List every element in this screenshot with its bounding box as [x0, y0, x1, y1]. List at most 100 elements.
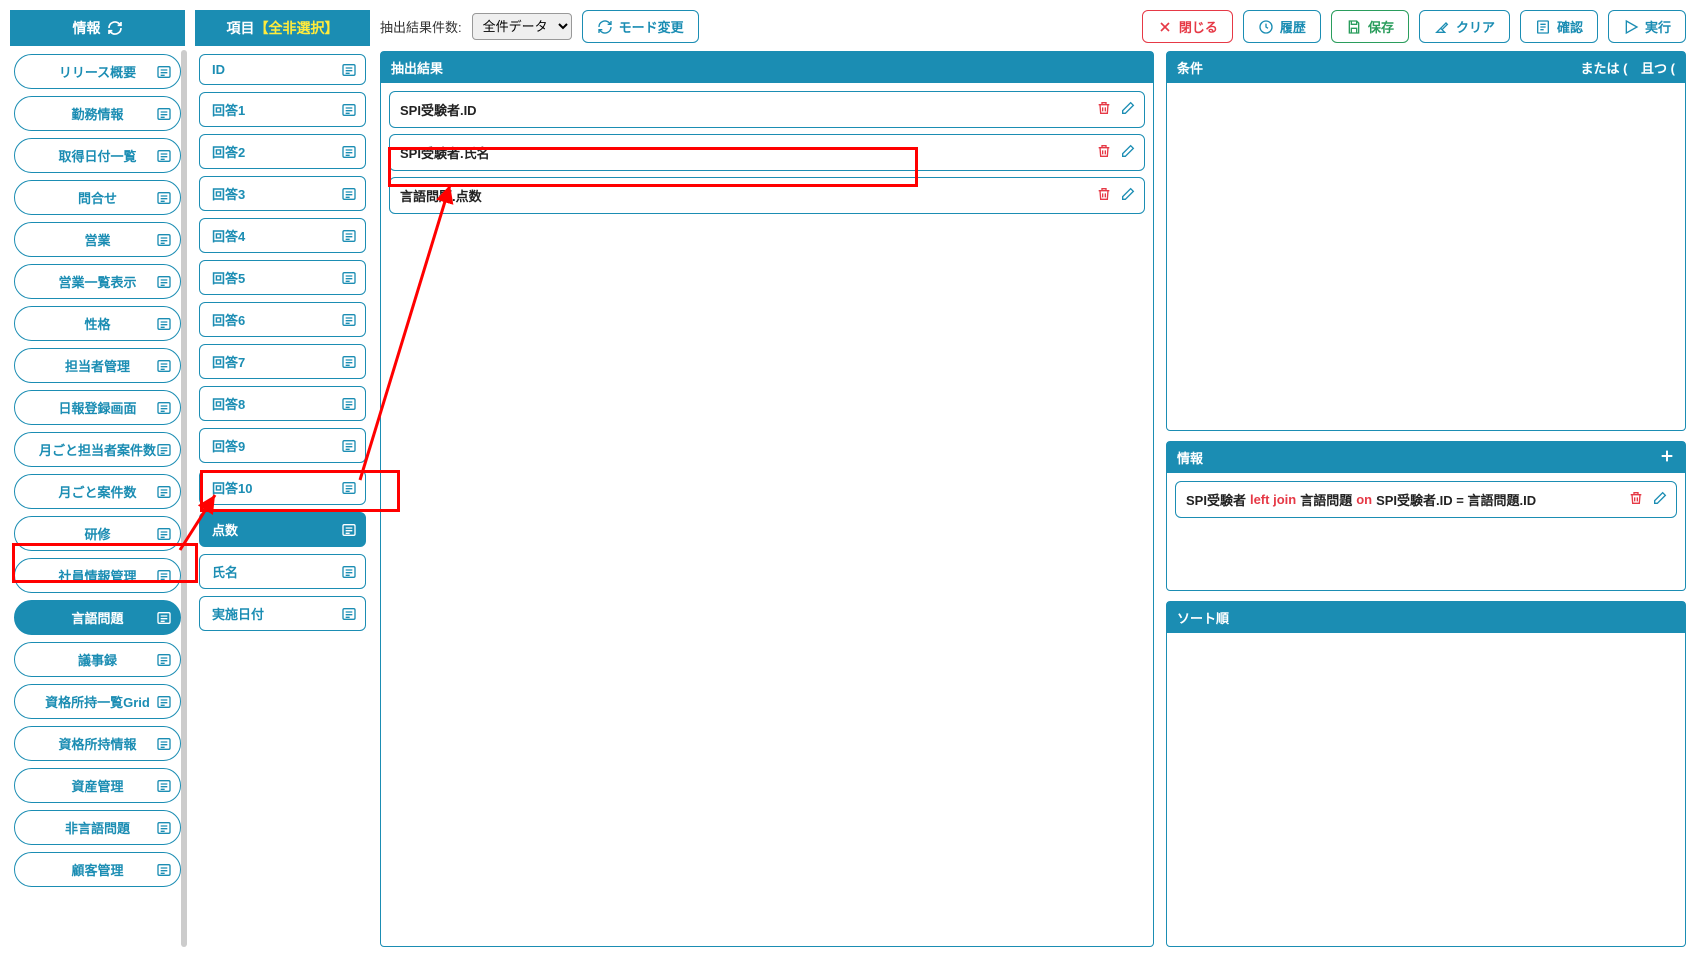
list-icon: [156, 736, 172, 752]
list-icon: [341, 480, 357, 496]
column-item[interactable]: 回答5: [199, 260, 366, 295]
column-item[interactable]: 回答9: [199, 428, 366, 463]
list-icon: [156, 64, 172, 80]
join-info-header: 情報: [1167, 442, 1685, 473]
edit-icon[interactable]: [1120, 186, 1136, 205]
list-icon: [341, 62, 357, 78]
list-icon: [341, 144, 357, 160]
column-panel-title: 項目: [227, 18, 255, 38]
list-icon: [156, 652, 172, 668]
toolbar: 抽出結果件数: 全件データ モード変更 閉じる 履歴 保存 クリア: [380, 10, 1686, 43]
and-condition-button[interactable]: 且つ (: [1641, 61, 1675, 76]
condition-section: 条件 または ( 且つ (: [1166, 51, 1686, 431]
column-item[interactable]: 回答7: [199, 344, 366, 379]
list-icon: [156, 148, 172, 164]
list-icon: [156, 358, 172, 374]
list-icon: [156, 568, 172, 584]
delete-icon[interactable]: [1096, 186, 1112, 205]
join-info-section: 情報 SPI受験者 left join 言語問題 on SPI受験者.ID = …: [1166, 441, 1686, 591]
list-icon: [341, 354, 357, 370]
sort-header: ソート順: [1167, 602, 1685, 633]
join-row[interactable]: SPI受験者 left join 言語問題 on SPI受験者.ID = 言語問…: [1175, 481, 1677, 518]
column-item[interactable]: 点数: [199, 512, 366, 547]
list-icon: [341, 564, 357, 580]
delete-icon[interactable]: [1096, 100, 1112, 119]
column-item[interactable]: 回答3: [199, 176, 366, 211]
list-icon: [156, 442, 172, 458]
list-icon: [156, 316, 172, 332]
list-icon: [156, 106, 172, 122]
result-row[interactable]: SPI受験者.ID: [389, 91, 1145, 128]
confirm-button[interactable]: 確認: [1520, 10, 1598, 43]
save-button[interactable]: 保存: [1331, 10, 1409, 43]
delete-icon[interactable]: [1628, 490, 1644, 509]
result-row[interactable]: 言語問題.点数: [389, 177, 1145, 214]
count-label: 抽出結果件数:: [380, 17, 462, 36]
plus-icon[interactable]: [1659, 448, 1675, 467]
list-icon: [156, 694, 172, 710]
mode-change-button[interactable]: モード変更: [582, 10, 699, 43]
info-item[interactable]: 非言語問題: [14, 810, 181, 845]
column-item[interactable]: 回答8: [199, 386, 366, 421]
list-icon: [156, 820, 172, 836]
close-button[interactable]: 閉じる: [1142, 10, 1233, 43]
info-item[interactable]: 月ごと案件数: [14, 474, 181, 509]
info-item[interactable]: 性格: [14, 306, 181, 341]
info-item[interactable]: 月ごと担当者案件数: [14, 432, 181, 467]
info-item[interactable]: リリース概要: [14, 54, 181, 89]
column-item[interactable]: ID: [199, 54, 366, 85]
clear-button[interactable]: クリア: [1419, 10, 1510, 43]
sort-section: ソート順: [1166, 601, 1686, 947]
result-row[interactable]: SPI受験者.氏名: [389, 134, 1145, 171]
column-item[interactable]: 実施日付: [199, 596, 366, 631]
info-panel-title: 情報: [73, 18, 101, 38]
info-item[interactable]: 議事録: [14, 642, 181, 677]
refresh-icon[interactable]: [107, 20, 123, 36]
column-panel-header: 項目 【全非選択】: [195, 10, 370, 46]
run-button[interactable]: 実行: [1608, 10, 1686, 43]
column-item[interactable]: 回答10: [199, 470, 366, 505]
list-icon: [156, 484, 172, 500]
or-condition-button[interactable]: または (: [1580, 61, 1627, 76]
info-item[interactable]: 言語問題: [14, 600, 181, 635]
info-item[interactable]: 日報登録画面: [14, 390, 181, 425]
list-icon: [156, 526, 172, 542]
info-item[interactable]: 資格所持情報: [14, 726, 181, 761]
info-item[interactable]: 勤務情報: [14, 96, 181, 131]
result-section: 抽出結果 SPI受験者.ID SPI受験者.氏名言語問題.点数: [380, 51, 1154, 947]
count-select[interactable]: 全件データ: [472, 13, 572, 40]
list-icon: [341, 228, 357, 244]
info-item[interactable]: 営業一覧表示: [14, 264, 181, 299]
delete-icon[interactable]: [1096, 143, 1112, 162]
list-icon: [341, 438, 357, 454]
column-item[interactable]: 氏名: [199, 554, 366, 589]
edit-icon[interactable]: [1120, 100, 1136, 119]
column-item[interactable]: 回答2: [199, 134, 366, 169]
edit-icon[interactable]: [1652, 490, 1668, 509]
condition-header: 条件 または ( 且つ (: [1167, 52, 1685, 83]
info-item[interactable]: 担当者管理: [14, 348, 181, 383]
info-item[interactable]: 研修: [14, 516, 181, 551]
list-icon: [156, 862, 172, 878]
column-item[interactable]: 回答6: [199, 302, 366, 337]
info-panel-header: 情報: [10, 10, 185, 46]
info-item[interactable]: 社員情報管理: [14, 558, 181, 593]
edit-icon[interactable]: [1120, 143, 1136, 162]
info-item[interactable]: 資格所持一覧Grid: [14, 684, 181, 719]
info-list: リリース概要勤務情報取得日付一覧問合せ営業営業一覧表示性格担当者管理日報登録画面…: [10, 46, 185, 906]
column-item[interactable]: 回答4: [199, 218, 366, 253]
info-item[interactable]: 取得日付一覧: [14, 138, 181, 173]
list-icon: [341, 270, 357, 286]
list-icon: [341, 396, 357, 412]
list-icon: [341, 606, 357, 622]
info-item[interactable]: 顧客管理: [14, 852, 181, 887]
info-item[interactable]: 資産管理: [14, 768, 181, 803]
deselect-all-toggle[interactable]: 【全非選択】: [255, 18, 339, 38]
list-icon: [156, 232, 172, 248]
result-header: 抽出結果: [381, 52, 1153, 83]
list-icon: [341, 522, 357, 538]
column-item[interactable]: 回答1: [199, 92, 366, 127]
info-item[interactable]: 問合せ: [14, 180, 181, 215]
history-button[interactable]: 履歴: [1243, 10, 1321, 43]
info-item[interactable]: 営業: [14, 222, 181, 257]
